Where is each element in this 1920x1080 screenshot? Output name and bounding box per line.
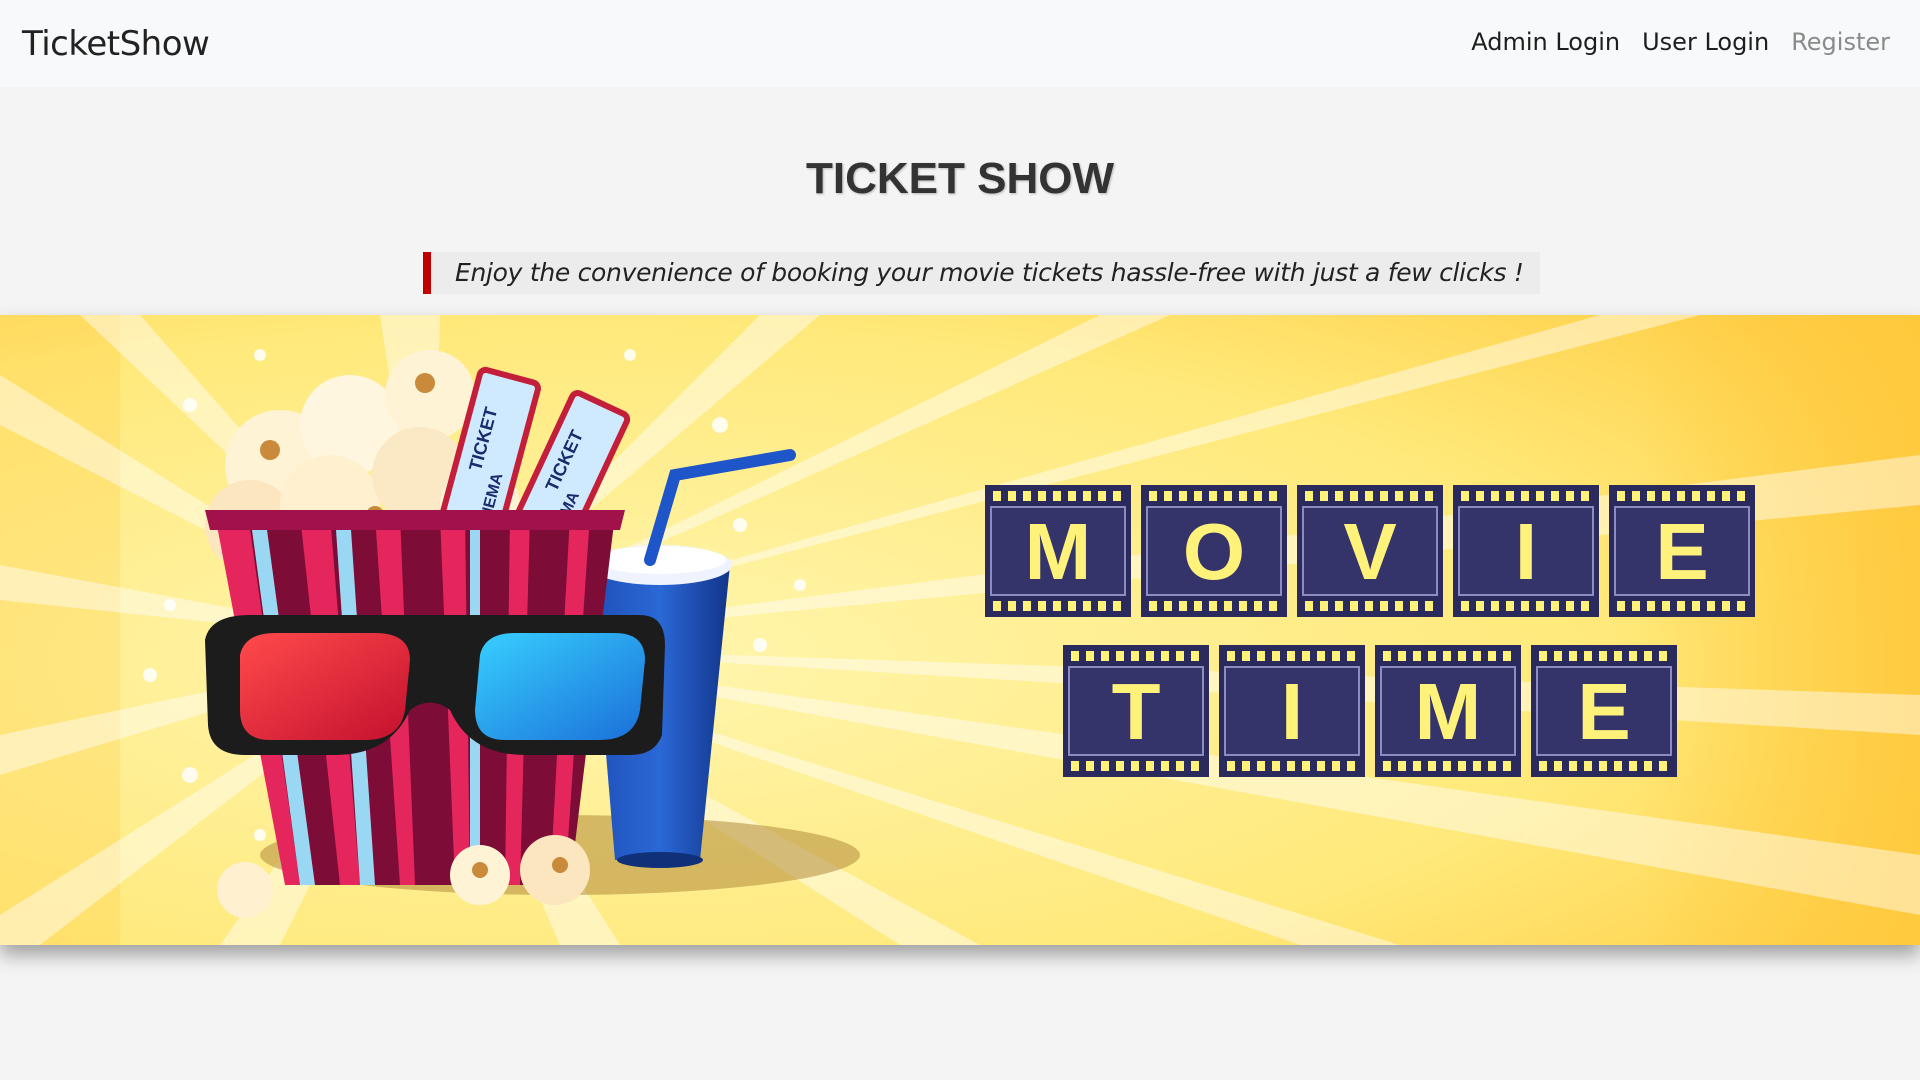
headline-letter: I [1281,667,1303,756]
headline-letter: I [1515,507,1537,596]
headline-letter: E [1577,667,1630,756]
tagline-quote: Enjoy the convenience of booking your mo… [423,252,1540,294]
user-login-link[interactable]: User Login [1642,28,1769,56]
film-frame-letter: V [1297,485,1443,617]
film-frame-letter: M [985,485,1131,617]
headline-letter: E [1655,507,1708,596]
register-link[interactable]: Register [1791,28,1890,56]
headline-letter: M [1025,507,1092,596]
film-frame-letter: T [1063,645,1209,777]
film-frame-letter: M [1375,645,1521,777]
banner-illustration: TICKET CINEMA TICKET CINEMA [0,315,1920,945]
nav-links: Admin Login User Login Register [1471,28,1890,56]
headline-letter: V [1343,507,1396,596]
film-frame-letter: E [1609,485,1755,617]
headline-letter: T [1112,667,1161,756]
page-title: TICKET SHOW [806,154,1114,203]
film-frame-letter: O [1141,485,1287,617]
headline-letter: O [1183,507,1245,596]
navbar: TicketShow Admin Login User Login Regist… [0,0,1920,87]
headline-letter: M [1415,667,1482,756]
brand-link[interactable]: TicketShow [22,24,210,64]
film-frame-letter: E [1531,645,1677,777]
movie-time-banner: TICKET CINEMA TICKET CINEMA [0,315,1920,945]
film-frame-letter: I [1453,485,1599,617]
film-frame-letter: I [1219,645,1365,777]
admin-login-link[interactable]: Admin Login [1471,28,1620,56]
